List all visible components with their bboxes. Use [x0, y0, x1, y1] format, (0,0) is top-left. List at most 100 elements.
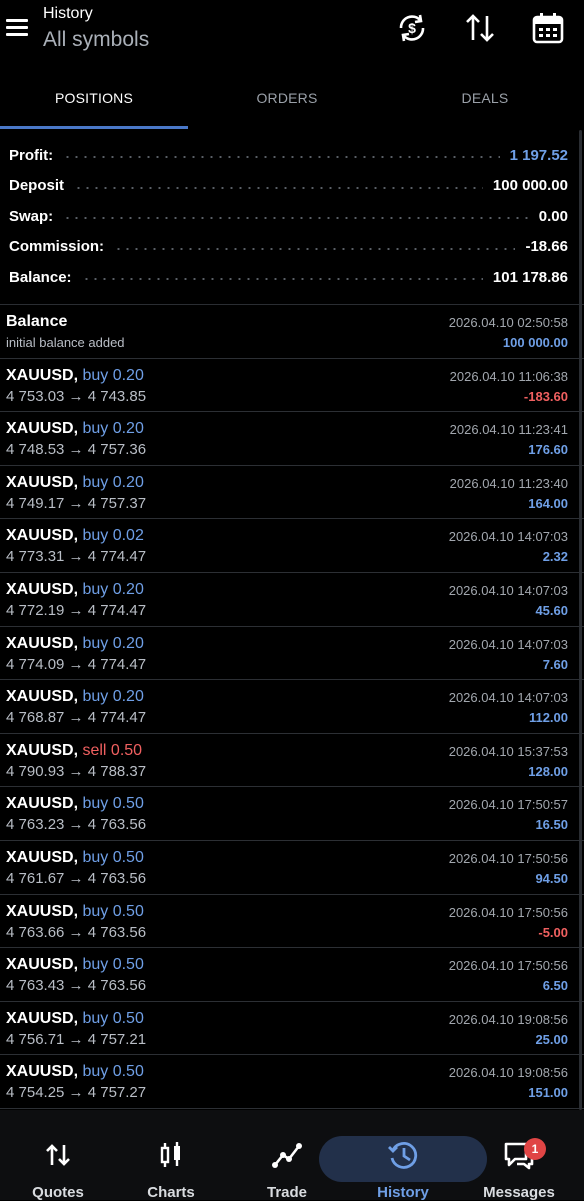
deal-row[interactable]: XAUUSD, buy 0.20 4 748.53 → 4 757.36 2026.…	[0, 412, 584, 466]
deal-profit: 25.00	[535, 1031, 568, 1047]
deal-date: 2026.04.10 19:08:56	[448, 1065, 568, 1081]
symbol-name: XAUUSD,	[6, 473, 79, 491]
deal-symbol: XAUUSD, buy 0.50	[6, 956, 144, 974]
deal-symbol: XAUUSD, buy 0.20	[6, 581, 144, 599]
deal-row[interactable]: XAUUSD, buy 0.20 4 772.19 → 4 774.47 2026.…	[0, 573, 584, 627]
deal-profit: 16.50	[535, 817, 568, 833]
deal-symbol: XAUUSD, buy 0.50	[6, 1063, 144, 1081]
deal-profit: -5.00	[538, 924, 568, 940]
deal-date: 2026.04.10 15:37:53	[448, 743, 568, 759]
deal-symbol: XAUUSD, buy 0.20	[6, 420, 144, 438]
deal-direction-volume: buy 0.20	[82, 420, 144, 438]
deal-date: 2026.04.10 19:08:56	[448, 1011, 568, 1027]
deal-profit: 7.60	[542, 656, 568, 672]
history-tabs: POSITIONS ORDERS DEALS	[0, 76, 584, 130]
deal-direction-volume: buy 0.50	[82, 848, 144, 866]
tab-deals[interactable]: DEALS	[391, 76, 579, 120]
deal-row[interactable]: XAUUSD, buy 0.02 4 773.31 → 4 774.47 2026.…	[0, 519, 584, 573]
deal-prices: 4 763.23 → 4 763.56	[6, 816, 147, 834]
leader-dots	[63, 156, 500, 159]
symbol-name: XAUUSD,	[6, 420, 79, 438]
balance-value: 101 178.86	[492, 268, 568, 286]
symbol-name: XAUUSD,	[6, 848, 79, 866]
currency-sync-icon[interactable]: $	[394, 10, 430, 46]
nav-charts[interactable]: Charts	[113, 1110, 229, 1201]
profit-label: Profit:	[9, 146, 54, 164]
deal-row[interactable]: XAUUSD, buy 0.20 4 749.17 → 4 757.37 2026.…	[0, 466, 584, 520]
symbol-name: XAUUSD,	[6, 1009, 79, 1027]
deal-row[interactable]: XAUUSD, sell 0.50 4 790.93 → 4 788.37 2026…	[0, 734, 584, 788]
deal-date: 2026.04.10 11:23:40	[449, 475, 568, 491]
deal-symbol: XAUUSD, buy 0.20	[6, 474, 144, 492]
calendar-icon[interactable]	[530, 10, 566, 46]
deal-date: 2026.04.10 17:50:56	[448, 904, 568, 920]
deal-row[interactable]: XAUUSD, buy 0.50 4 763.23 → 4 763.56 2026.…	[0, 787, 584, 841]
deal-direction-volume: buy 0.20	[82, 366, 144, 384]
leader-dots	[74, 186, 483, 189]
commission-value: -18.66	[525, 238, 568, 256]
profit-value: 1 197.52	[509, 146, 568, 164]
symbol-name: XAUUSD,	[6, 956, 79, 974]
bottom-nav: Quotes Charts Trade History 1 Messages	[0, 1110, 584, 1201]
summary-balance: Balance: 101 178.86	[0, 262, 584, 293]
summary-panel: Profit: 1 197.52 Deposit 100 000.00 Swap…	[0, 140, 584, 293]
tab-orders[interactable]: ORDERS	[193, 76, 381, 120]
symbol-name: XAUUSD,	[6, 580, 79, 598]
deposit-label: Deposit	[9, 177, 65, 195]
sort-icon[interactable]	[462, 10, 498, 46]
list-item-balance[interactable]: Balance initial balance added 2026.04.10…	[0, 305, 584, 359]
deal-date: 2026.04.10 14:07:03	[448, 690, 568, 706]
deal-date: 2026.04.10 14:07:03	[448, 582, 568, 598]
deal-row[interactable]: XAUUSD, buy 0.20 4 753.03 → 4 743.85 2026.…	[0, 359, 584, 413]
tab-positions[interactable]: POSITIONS	[0, 76, 188, 120]
deal-prices: 4 748.53 → 4 757.36	[6, 441, 147, 459]
deal-prices: 4 754.25 → 4 757.27	[6, 1084, 147, 1102]
symbol-name: XAUUSD,	[6, 688, 79, 706]
deal-profit: 112.00	[528, 710, 568, 726]
deal-prices: 4 790.93 → 4 788.37	[6, 762, 147, 780]
swap-value: 0.00	[538, 207, 568, 225]
leader-dots	[63, 217, 529, 220]
deal-profit: 45.60	[535, 602, 568, 618]
deal-row[interactable]: XAUUSD, buy 0.50 4 761.67 → 4 763.56 2026.…	[0, 841, 584, 895]
deal-prices: 4 774.09 → 4 774.47	[6, 655, 147, 673]
symbol-filter[interactable]: All symbols	[43, 26, 149, 54]
summary-deposit: Deposit 100 000.00	[0, 171, 584, 202]
deal-direction-volume: buy 0.20	[82, 473, 144, 491]
symbol-name: XAUUSD,	[6, 1063, 79, 1081]
nav-history[interactable]: History	[319, 1110, 487, 1201]
deal-symbol: XAUUSD, buy 0.20	[6, 688, 144, 706]
nav-messages[interactable]: 1 Messages	[461, 1110, 577, 1201]
deposit-value: 100 000.00	[492, 177, 568, 195]
deal-row[interactable]: XAUUSD, buy 0.20 4 768.87 → 4 774.47 2026.…	[0, 680, 584, 734]
deal-date: 2026.04.10 17:50:57	[448, 797, 568, 813]
summary-commission: Commission: -18.66	[0, 232, 584, 263]
deal-direction-volume: buy 0.50	[82, 902, 144, 920]
deal-row[interactable]: XAUUSD, buy 0.50 4 763.66 → 4 763.56 2026.…	[0, 895, 584, 949]
balance-amount: 100 000.00	[502, 335, 568, 350]
menu-icon[interactable]	[4, 14, 30, 40]
deal-prices: 4 763.66 → 4 763.56	[6, 923, 147, 941]
page-title: History	[43, 5, 93, 22]
history-clock-icon	[388, 1142, 418, 1169]
nav-quotes[interactable]: Quotes	[0, 1110, 116, 1201]
swap-label: Swap:	[9, 207, 54, 225]
deal-date: 2026.04.10 17:50:56	[448, 958, 568, 974]
symbol-name: XAUUSD,	[6, 902, 79, 920]
deal-profit: 151.00	[528, 1085, 568, 1101]
deal-row[interactable]: XAUUSD, buy 0.50 4 754.25 → 4 757.27 2026.…	[0, 1055, 584, 1109]
deal-date: 2026.04.10 11:23:41	[449, 422, 568, 438]
commission-label: Commission:	[9, 238, 105, 256]
nav-label: Messages	[483, 1184, 555, 1201]
deal-direction-volume: buy 0.50	[82, 956, 144, 974]
deal-profit: -183.60	[523, 388, 568, 404]
nav-label: History	[377, 1184, 429, 1201]
deal-row[interactable]: XAUUSD, buy 0.50 4 756.71 → 4 757.21 2026.…	[0, 1002, 584, 1056]
deal-direction-volume: buy 0.50	[82, 1063, 144, 1081]
deal-row[interactable]: XAUUSD, buy 0.20 4 774.09 → 4 774.47 2026.…	[0, 627, 584, 681]
deal-symbol: XAUUSD, buy 0.50	[6, 1010, 144, 1028]
balance-date: 2026.04.10 02:50:58	[448, 315, 568, 330]
deal-row[interactable]: XAUUSD, buy 0.50 4 763.43 → 4 763.56 2026.…	[0, 948, 584, 1002]
deal-symbol: XAUUSD, buy 0.50	[6, 795, 144, 813]
deal-symbol: XAUUSD, sell 0.50	[6, 742, 142, 760]
